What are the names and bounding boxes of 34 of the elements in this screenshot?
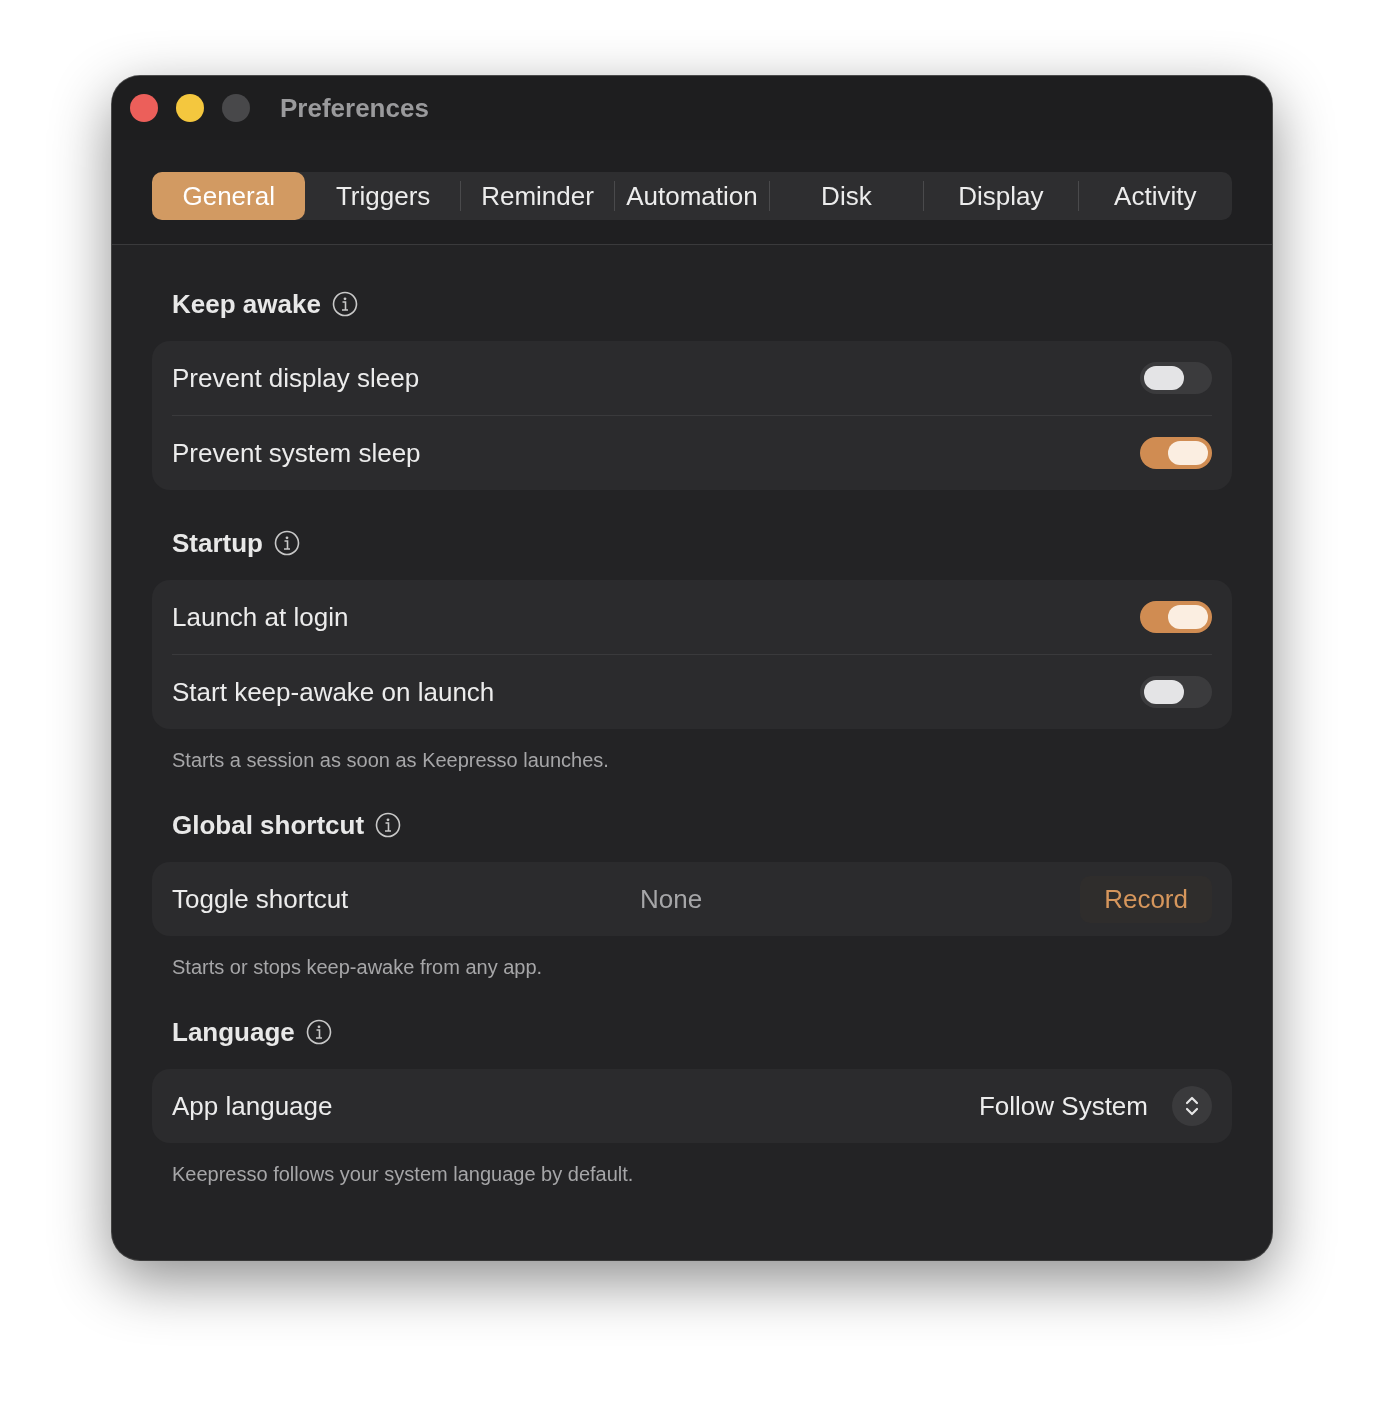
close-button[interactable]	[130, 94, 158, 122]
record-button[interactable]: Record	[1080, 875, 1212, 923]
info-icon[interactable]	[375, 812, 402, 838]
info-icon[interactable]	[274, 530, 300, 556]
section-title: Language	[172, 1016, 295, 1048]
help-text: Starts a session as soon as Keepresso launches.	[171, 749, 610, 772]
setting-label: Start keep-awake on launch	[172, 676, 495, 708]
language-value[interactable]: Follow System	[978, 1090, 1148, 1122]
tab[interactable]: Activity	[1078, 172, 1232, 220]
help-text: Keepresso follows your system language by default.	[171, 1163, 635, 1186]
setting-label: Prevent system sleep	[172, 437, 421, 469]
window-title: Preferences	[280, 92, 429, 124]
setting-label: Launch at login	[172, 601, 349, 633]
info-icon[interactable]	[331, 291, 358, 317]
toggle-switch[interactable]	[1140, 362, 1212, 394]
section-title: Keep awake	[172, 288, 321, 320]
tab[interactable]: Reminder	[460, 172, 615, 220]
minimize-button[interactable]	[176, 94, 204, 122]
info-icon[interactable]	[305, 1019, 332, 1045]
shortcut-value: None	[640, 883, 703, 915]
toggle-switch[interactable]	[1140, 437, 1212, 469]
setting-label: App language	[172, 1090, 333, 1122]
setting-label: Prevent display sleep	[172, 362, 420, 394]
setting-label: Toggle shortcut	[172, 883, 349, 915]
chevron-up-down-icon[interactable]	[1172, 1086, 1212, 1126]
help-text: Starts or stops keep-awake from any app.	[171, 956, 544, 979]
toggle-switch[interactable]	[1140, 601, 1212, 633]
section-title: Startup	[172, 527, 263, 559]
tab[interactable]: Triggers	[306, 172, 460, 220]
tab[interactable]: Display	[924, 172, 1078, 220]
section-title: Global shortcut	[172, 809, 365, 841]
tab[interactable]: Automation	[615, 172, 769, 220]
tab[interactable]: Disk	[769, 172, 924, 220]
toggle-switch[interactable]	[1140, 676, 1212, 708]
